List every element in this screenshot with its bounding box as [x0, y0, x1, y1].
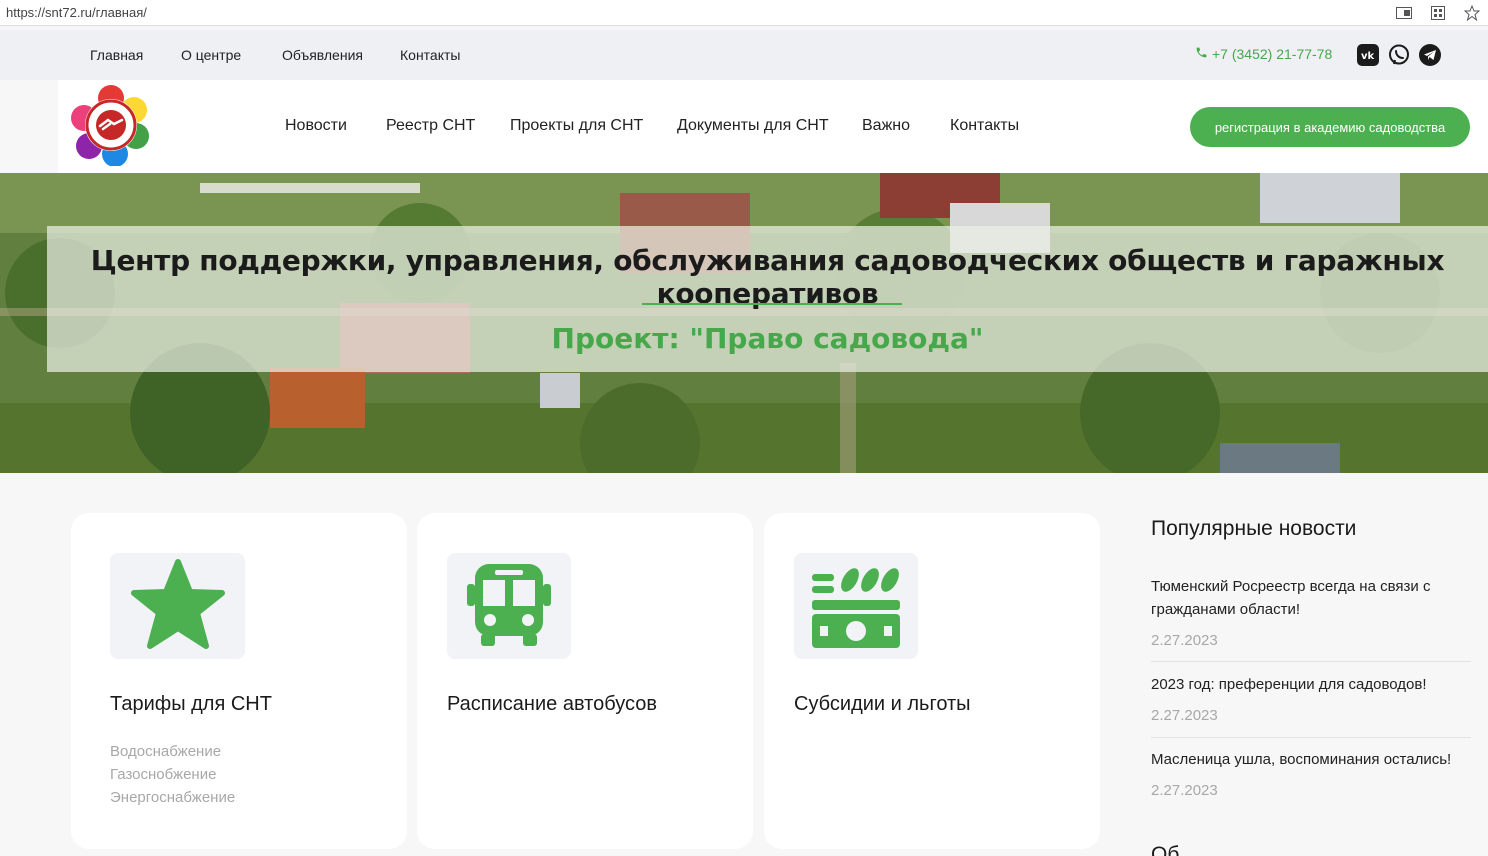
nav-documents[interactable]: Документы для СНТ [677, 117, 829, 135]
bookmark-star-icon[interactable] [1462, 3, 1482, 23]
topbar-link-home[interactable]: Главная [90, 47, 143, 63]
card-sub-item[interactable]: Газоснобжение [110, 766, 216, 783]
news-item-date: 2.27.2023 [1151, 782, 1218, 799]
card-title: Субсидии и льготы [794, 693, 971, 715]
card-title: Тарифы для СНТ [110, 693, 272, 715]
card-icon-box [110, 553, 245, 659]
phone-number: +7 (3452) 21-77-78 [1212, 46, 1333, 62]
hero-banner: Центр поддержки, управления, обслуживани… [0, 173, 1488, 473]
main-header: Новости Реестр СНТ Проекты для СНТ Докум… [0, 80, 1488, 173]
news-divider [1151, 661, 1471, 662]
reader-mode-icon[interactable] [1394, 3, 1414, 23]
nav-contacts[interactable]: Контакты [950, 117, 1019, 135]
money-wheat-icon [810, 558, 902, 654]
register-academy-button[interactable]: регистрация в академию садоводства [1190, 107, 1470, 147]
card-icon-box [447, 553, 571, 659]
hero-divider [642, 303, 902, 305]
nav-news[interactable]: Новости [285, 117, 347, 135]
card-icon-box [794, 553, 918, 659]
vk-icon[interactable]: vk [1357, 44, 1379, 66]
news-item-date: 2.27.2023 [1151, 632, 1218, 649]
top-bar: Главная О центре Объявления Контакты +7 … [0, 30, 1488, 80]
phone-link[interactable]: +7 (3452) 21-77-78 [1195, 46, 1332, 62]
phone-icon [1195, 46, 1208, 62]
topbar-link-contacts[interactable]: Контакты [400, 47, 460, 63]
browser-toolbar-icons [1394, 3, 1482, 23]
viber-icon[interactable] [1388, 44, 1410, 66]
center-logo[interactable] [70, 84, 152, 167]
star-icon [130, 558, 226, 654]
nav-projects[interactable]: Проекты для СНТ [510, 117, 643, 135]
nav-registry[interactable]: Реестр СНТ [386, 117, 475, 135]
hero-subtitle: Проект: "Право садовода" [551, 322, 984, 355]
card-sub-item[interactable]: Энергоснабжение [110, 789, 235, 806]
card-tariffs[interactable]: Тарифы для СНТ Водоснабжение Газоснобжен… [71, 513, 407, 849]
header-left-strip [0, 80, 58, 173]
hero-overlay: Центр поддержки, управления, обслуживани… [47, 226, 1488, 372]
hero-title: Центр поддержки, управления, обслуживани… [90, 244, 1445, 310]
address-url[interactable]: https://snt72.ru/главная/ [0, 5, 147, 20]
topbar-link-about[interactable]: О центре [181, 47, 241, 63]
news-item-date: 2.27.2023 [1151, 707, 1218, 724]
svg-text:vk: vk [1361, 51, 1375, 60]
telegram-icon[interactable] [1419, 44, 1441, 66]
news-item-title[interactable]: 2023 год: преференции для садоводов! [1151, 673, 1471, 696]
bus-icon [463, 558, 555, 654]
nav-important[interactable]: Важно [862, 117, 910, 135]
news-divider [1151, 737, 1471, 738]
card-title: Расписание автобусов [447, 693, 657, 715]
popular-news-title: Популярные новости [1151, 517, 1357, 540]
card-subsidies[interactable]: Субсидии и льготы [764, 513, 1100, 849]
news-item-title[interactable]: Масленица ушла, воспоминания остались! [1151, 748, 1471, 771]
card-sub-item[interactable]: Водоснабжение [110, 743, 221, 760]
topbar-link-announcements[interactable]: Объявления [282, 47, 363, 63]
browser-address-bar: https://snt72.ru/главная/ [0, 0, 1488, 26]
next-section-title: Об [1151, 843, 1180, 856]
card-bus-schedule[interactable]: Расписание автобусов [417, 513, 753, 849]
extensions-icon[interactable] [1428, 3, 1448, 23]
news-item-title[interactable]: Тюменский Росреестр всегда на связи с гр… [1151, 575, 1471, 621]
